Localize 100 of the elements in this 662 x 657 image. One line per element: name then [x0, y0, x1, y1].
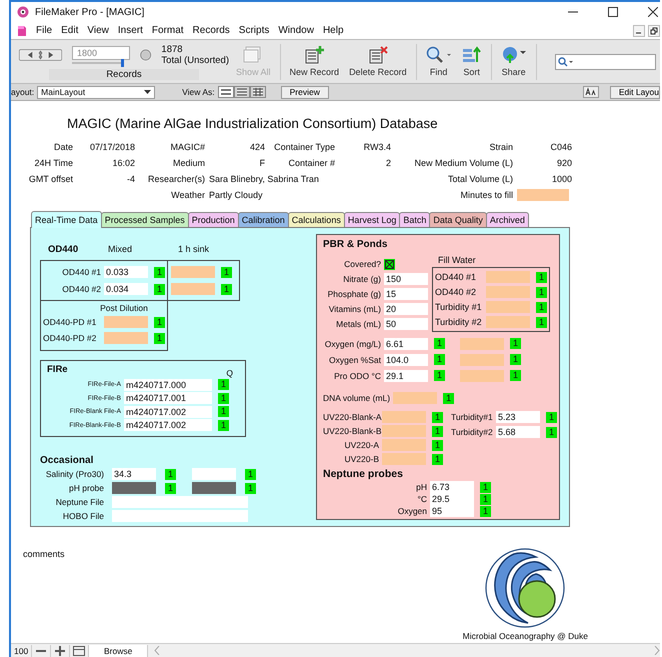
input-field[interactable] — [486, 301, 530, 313]
input-field[interactable] — [112, 510, 248, 522]
input-field[interactable]: m4240717.001 — [124, 392, 212, 404]
input-field[interactable] — [517, 189, 569, 201]
input-field[interactable]: m4240717.002 — [124, 419, 212, 432]
input-field[interactable]: 95 — [430, 505, 474, 517]
menu-item[interactable]: View — [87, 25, 109, 36]
menu-item[interactable]: Insert — [118, 25, 143, 36]
tab[interactable]: Processed Samples — [100, 212, 189, 227]
quality-flag[interactable]: 1 — [546, 426, 557, 438]
input-field[interactable] — [171, 283, 215, 295]
quality-flag[interactable]: 1 — [165, 468, 176, 480]
tab[interactable]: Archived — [486, 212, 529, 227]
tab[interactable]: Batch — [399, 212, 430, 227]
input-field[interactable] — [192, 482, 236, 494]
input-field[interactable]: 150 — [384, 273, 428, 285]
quality-flag[interactable]: 1 — [432, 440, 443, 450]
quality-flag[interactable]: 1 — [218, 379, 229, 390]
menu-item[interactable]: Records — [192, 25, 230, 36]
layout-dropdown[interactable]: MainLayout — [37, 86, 156, 98]
mode-selector[interactable]: Browse — [89, 644, 148, 656]
input-field[interactable] — [393, 392, 438, 404]
close-icon[interactable] — [648, 7, 658, 17]
menu-item[interactable]: File — [36, 25, 52, 36]
sort-button[interactable]: Sort — [458, 46, 485, 77]
input-field[interactable]: 34.3 — [112, 468, 156, 480]
input-field[interactable]: 6.61 — [384, 338, 428, 350]
input-field[interactable] — [192, 468, 236, 480]
quality-flag[interactable]: 1 — [536, 286, 547, 298]
minimize-icon[interactable] — [633, 24, 645, 36]
quality-flag[interactable]: 1 — [221, 266, 232, 278]
input-field[interactable] — [382, 411, 426, 423]
quality-flag[interactable]: 1 — [480, 506, 491, 516]
share-button[interactable]: Share — [498, 46, 530, 77]
record-number-field[interactable]: 1800 — [72, 46, 130, 60]
text-format-icon[interactable] — [582, 86, 599, 98]
quality-flag[interactable]: 1 — [165, 482, 176, 494]
preview-button[interactable]: Preview — [280, 86, 329, 98]
quality-flag[interactable]: 1 — [510, 354, 521, 365]
input-field[interactable]: 5.68 — [496, 426, 540, 438]
input-field[interactable]: 5.23 — [496, 411, 540, 423]
input-field[interactable] — [486, 316, 530, 328]
input-field[interactable]: 29.1 — [384, 370, 428, 382]
tab[interactable]: Data Quality — [429, 212, 487, 227]
quality-flag[interactable]: 1 — [218, 406, 229, 418]
edit-layout-button[interactable]: Edit Layou — [610, 86, 660, 98]
input-field[interactable]: 104.0 — [384, 354, 428, 366]
input-field[interactable]: m4240717.002 — [124, 406, 212, 418]
zoom-level[interactable]: 100 — [11, 644, 32, 656]
tab[interactable]: Real-Time Data — [31, 211, 102, 228]
input-field[interactable]: 15 — [384, 288, 428, 300]
quality-flag[interactable]: 1 — [218, 420, 229, 431]
quality-flag[interactable]: 1 — [480, 494, 491, 504]
input-field[interactable]: m4240717.000 — [124, 378, 212, 391]
find-button[interactable]: Find — [422, 46, 455, 77]
list-view-icon[interactable] — [234, 86, 250, 98]
input-field[interactable] — [460, 354, 504, 366]
menu-item[interactable]: Window — [278, 25, 314, 36]
input-field[interactable] — [171, 266, 215, 278]
input-field[interactable] — [104, 316, 148, 328]
quality-flag[interactable]: 1 — [434, 370, 445, 381]
input-field[interactable]: 6.73 — [430, 481, 474, 493]
input-field[interactable]: 0.033 — [104, 266, 148, 278]
quality-flag[interactable]: 1 — [154, 284, 165, 294]
quality-flag[interactable]: 1 — [536, 316, 547, 328]
quality-flag[interactable]: 1 — [432, 412, 443, 422]
input-field[interactable] — [382, 453, 426, 465]
input-field[interactable]: 50 — [384, 318, 428, 330]
quality-flag[interactable]: 1 — [536, 272, 547, 282]
covered-checkbox[interactable] — [384, 258, 395, 270]
input-field[interactable] — [460, 370, 504, 382]
input-field[interactable]: 29.5 — [430, 493, 474, 505]
table-view-icon[interactable] — [250, 86, 266, 98]
quality-flag[interactable]: 1 — [432, 454, 443, 464]
quality-flag[interactable]: 1 — [154, 266, 165, 278]
input-field[interactable]: 20 — [384, 303, 428, 315]
tab[interactable]: Calibration — [238, 212, 289, 227]
quality-flag[interactable]: 1 — [443, 392, 454, 404]
quality-flag[interactable]: 1 — [245, 468, 256, 480]
tab[interactable]: Calculations — [288, 212, 345, 227]
input-field[interactable] — [486, 271, 530, 283]
quality-flag[interactable]: 1 — [434, 354, 445, 365]
quality-flag[interactable]: 1 — [546, 412, 557, 422]
input-field[interactable] — [112, 482, 156, 494]
quality-flag[interactable]: 1 — [221, 284, 232, 294]
menu-item[interactable]: Help — [322, 25, 344, 36]
input-field[interactable]: 0.034 — [104, 283, 148, 295]
new-record-button[interactable]: New Record — [286, 46, 342, 77]
scroll-right-icon[interactable] — [654, 646, 660, 655]
quality-flag[interactable]: 1 — [154, 332, 165, 344]
menu-item[interactable]: Scripts — [238, 25, 270, 36]
tab[interactable]: Harvest Log — [344, 212, 400, 227]
quality-flag[interactable]: 1 — [154, 316, 165, 328]
input-field[interactable] — [460, 338, 504, 350]
input-field[interactable] — [486, 286, 530, 298]
search-field[interactable] — [554, 54, 656, 70]
input-field[interactable] — [104, 332, 148, 344]
delete-record-button[interactable]: Delete Record — [346, 46, 410, 77]
form-view-icon[interactable] — [218, 86, 234, 98]
maximize-icon[interactable] — [608, 7, 618, 17]
